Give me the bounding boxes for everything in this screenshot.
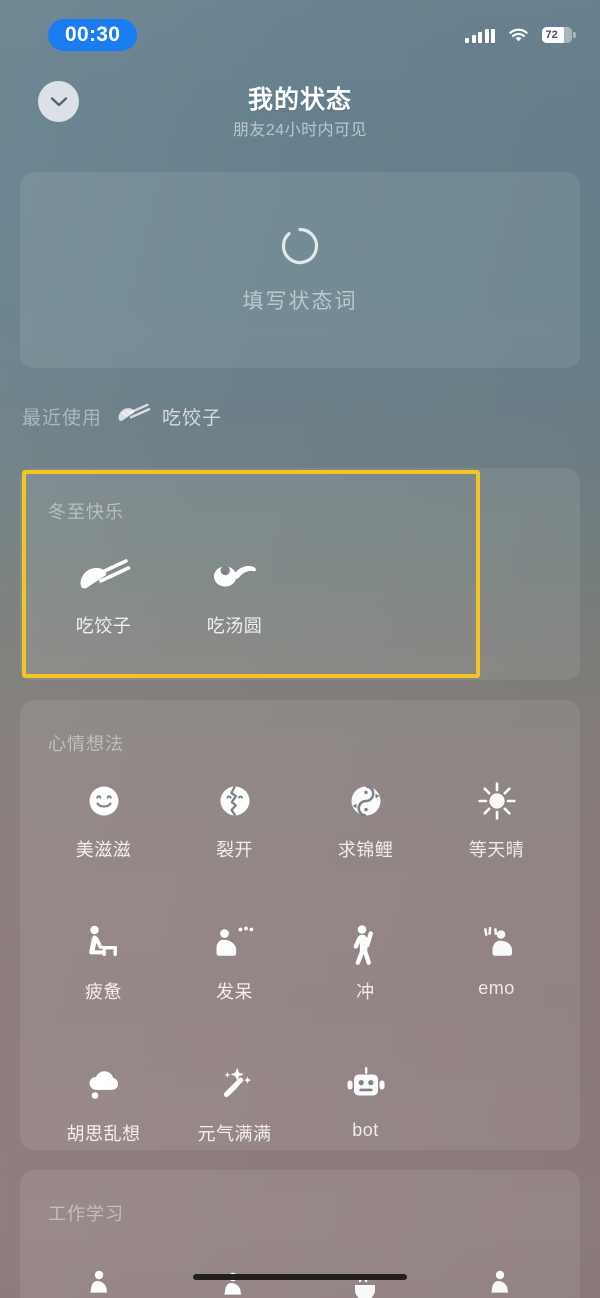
page-header: 我的状态 朋友24小时内可见 — [0, 62, 600, 140]
work-section-title: 工作学习 — [48, 1204, 124, 1224]
status-input-card[interactable]: 填写状态词 — [20, 172, 580, 368]
thought-cloud-icon — [82, 1064, 126, 1106]
robot-icon — [343, 1064, 389, 1106]
status-option-bot[interactable]: bot — [300, 1054, 431, 1160]
recently-used-row: 最近使用 吃饺子 — [22, 402, 222, 431]
status-option-husiluanxiang[interactable]: 胡思乱想 — [38, 1054, 169, 1160]
dongzhi-item-grid: 吃饺子 吃汤圆 — [38, 546, 562, 652]
status-option-label: bot — [352, 1120, 379, 1140]
tangyuan-spoon-icon — [210, 556, 260, 598]
status-placeholder-label: 填写状态词 — [242, 289, 358, 313]
status-option-emo[interactable]: emo — [431, 912, 562, 1018]
recent-status-chip[interactable]: 吃饺子 — [116, 402, 222, 431]
dumpling-chopsticks-icon — [77, 556, 131, 598]
smiling-face-icon — [83, 780, 125, 822]
status-option-yuanqimanman[interactable]: 元气满满 — [169, 1054, 300, 1160]
crying-person-icon — [474, 922, 520, 964]
tired-person-icon — [82, 922, 126, 964]
person-typing-icon — [476, 1266, 518, 1298]
loading-ring-icon — [280, 226, 320, 271]
cheering-person-icon — [348, 922, 384, 965]
battery-icon: 72 — [542, 27, 576, 43]
status-indicators: 72 — [465, 27, 576, 43]
status-option-meizizi[interactable]: 美滋滋 — [38, 770, 169, 876]
daydreaming-person-icon — [212, 922, 258, 964]
status-option-label: 元气满满 — [197, 1124, 272, 1144]
dongzhi-section-card: 冬至快乐 吃饺子 吃汤圆 — [20, 468, 580, 680]
status-option-pibei[interactable]: 疲惫 — [38, 912, 169, 1018]
status-option-chitangyuan[interactable]: 吃汤圆 — [169, 546, 300, 652]
status-option-label: 等天晴 — [468, 840, 525, 860]
status-option-liekai[interactable]: 裂开 — [169, 770, 300, 876]
page-title: 我的状态 — [247, 86, 352, 114]
sun-icon — [475, 780, 519, 822]
recently-used-label: 最近使用 — [22, 408, 103, 429]
wifi-icon — [508, 28, 529, 43]
magic-wand-icon — [212, 1064, 258, 1106]
status-time-pill[interactable]: 00:30 — [48, 19, 138, 51]
status-bar: 00:30 72 — [0, 0, 600, 62]
status-option-chijiaozi[interactable]: 吃饺子 — [38, 546, 169, 652]
person-working-icon — [83, 1266, 125, 1298]
status-option-dengtianqing[interactable]: 等天晴 — [431, 770, 562, 876]
status-option-label: 求锦鲤 — [337, 840, 394, 860]
coffee-cup-icon — [345, 1266, 387, 1298]
status-option-label: 吃汤圆 — [206, 616, 263, 636]
dongzhi-section-title: 冬至快乐 — [48, 502, 124, 522]
status-option-qiujinli[interactable]: 求锦鲤 — [300, 770, 431, 876]
recent-status-name: 吃饺子 — [162, 408, 223, 429]
status-option-work-4[interactable] — [431, 1256, 562, 1298]
koi-fish-icon — [345, 780, 387, 822]
status-option-label: 冲 — [356, 982, 375, 1002]
page-subtitle: 朋友24小时内可见 — [232, 122, 368, 139]
phone-screen: 00:30 72 我的状态 朋友24小时内可见 填写状态词 最近使用 吃饺子 冬… — [0, 0, 600, 1298]
status-option-chong[interactable]: 冲 — [300, 912, 431, 1018]
dumpling-chopsticks-icon — [116, 402, 151, 431]
status-option-label: 疲惫 — [85, 982, 122, 1002]
status-option-work-1[interactable] — [38, 1256, 169, 1298]
mood-section-title: 心情想法 — [48, 734, 124, 754]
status-option-label: 吃饺子 — [75, 616, 132, 636]
status-option-label: 裂开 — [216, 840, 253, 860]
cracked-face-icon — [214, 780, 256, 822]
mood-item-grid: 美滋滋 裂开 求锦鲤 等天晴 疲惫 发呆 冲 emo 胡思乱想 元气满满 bot — [38, 770, 562, 1160]
status-option-label: 发呆 — [216, 982, 253, 1002]
status-option-label: emo — [478, 978, 515, 998]
cellular-signal-icon — [465, 28, 495, 43]
status-option-label: 美滋滋 — [75, 840, 132, 860]
status-option-label: 胡思乱想 — [66, 1124, 141, 1144]
home-indicator[interactable] — [193, 1274, 407, 1280]
status-option-fadai[interactable]: 发呆 — [169, 912, 300, 1018]
person-reading-icon — [214, 1266, 256, 1298]
battery-percent-label: 72 — [545, 28, 558, 41]
mood-section-card: 心情想法 美滋滋 裂开 求锦鲤 等天晴 疲惫 发呆 冲 emo 胡思乱想 元气满… — [20, 700, 580, 1150]
